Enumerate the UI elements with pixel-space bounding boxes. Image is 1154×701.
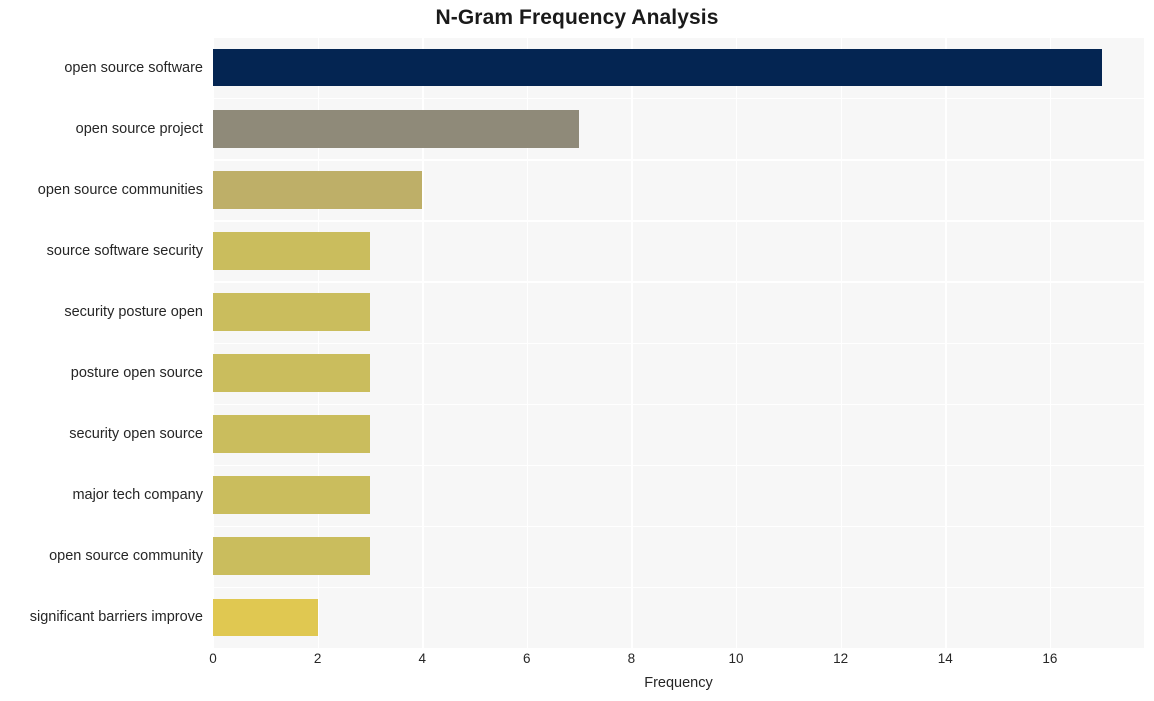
x-axis-tick-label: 2 (313, 651, 322, 666)
x-axis-tick-label: 6 (523, 651, 531, 666)
x-axis-tick-label: 16 (1042, 651, 1058, 666)
y-axis-tick-label: open source project (75, 120, 203, 137)
bars-layer (213, 37, 1144, 648)
bar (213, 293, 370, 331)
y-axis-tick-labels: open source software open source project o… (0, 37, 203, 648)
x-axis-tick-labels: 0 2 4 6 8 10 12 14 16 (209, 651, 1144, 674)
chart-title: N-Gram Frequency Analysis (435, 6, 719, 29)
y-axis-tick-label: open source communities (37, 181, 203, 198)
chart-figure: N-Gram Frequency Analysis open source so… (0, 0, 1154, 701)
plot-area (213, 37, 1144, 648)
bar (213, 354, 370, 392)
bar (213, 109, 580, 148)
y-axis-tick-label: major tech company (72, 487, 203, 504)
y-axis-tick-label: posture open source (70, 365, 203, 382)
bar (213, 48, 1103, 87)
y-axis-tick-label: security posture open (64, 303, 203, 320)
y-axis-tick-label: open source software (64, 59, 203, 76)
y-axis-tick-label: significant barriers improve (29, 609, 203, 626)
x-axis-tick-label: 0 (209, 651, 217, 666)
y-axis-tick-label: security open source (69, 426, 203, 443)
bar (213, 415, 370, 454)
bar (213, 170, 423, 209)
bar (213, 231, 370, 270)
bar (213, 476, 370, 515)
x-axis-tick-label: 10 (728, 651, 744, 666)
x-axis-tick-label: 12 (833, 651, 849, 666)
x-axis-title: Frequency (644, 675, 713, 691)
bar (213, 598, 318, 637)
y-axis-tick-label: source software security (46, 242, 203, 259)
y-axis-tick-label: open source community (49, 548, 203, 565)
x-axis-tick-label: 4 (418, 651, 426, 666)
bar (213, 537, 370, 576)
x-axis-tick-label: 14 (937, 651, 953, 666)
x-axis-tick-label: 8 (627, 651, 636, 666)
